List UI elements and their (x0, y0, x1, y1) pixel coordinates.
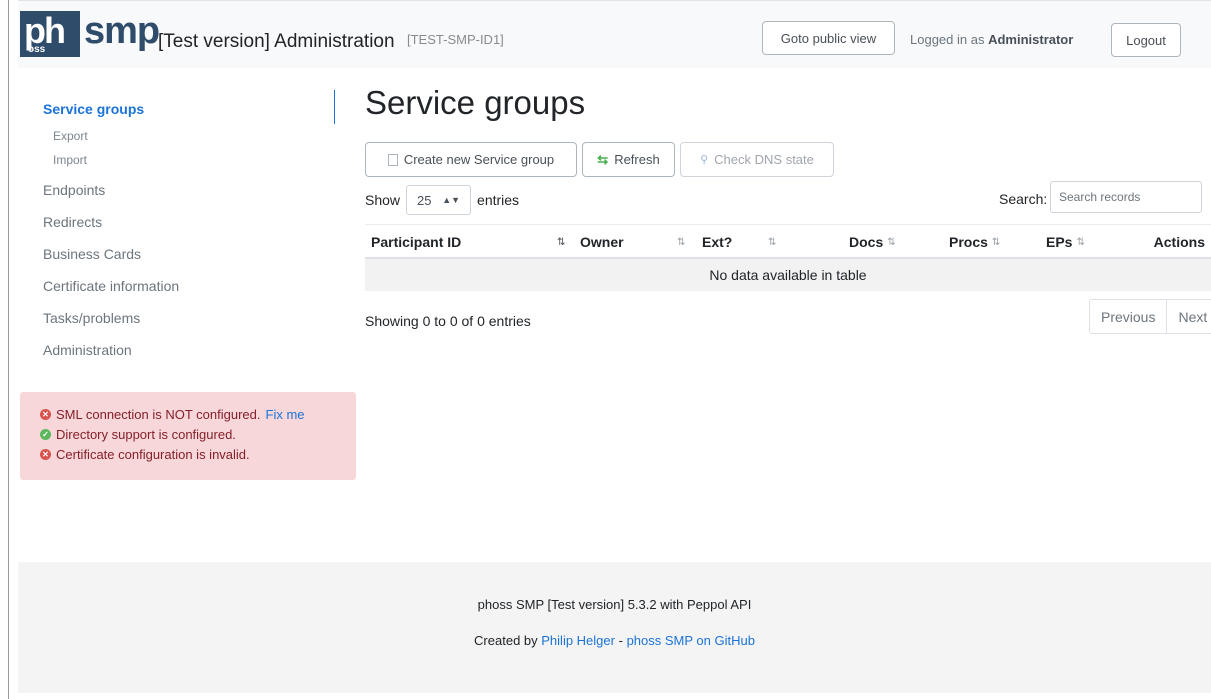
previous-page-button[interactable]: Previous (1090, 300, 1166, 333)
window-edge (8, 0, 9, 699)
directory-status-text: Directory support is configured. (56, 426, 236, 442)
created-by-label: Created by (474, 633, 538, 648)
sidebar-menu: Service groups Export Import Endpoints R… (18, 68, 358, 380)
column-header-participant-id[interactable]: Participant ID ⇅ (371, 234, 565, 250)
refresh-label: Refresh (614, 152, 660, 167)
next-page-button[interactable]: Next (1166, 300, 1211, 333)
sidebar-item-administration[interactable]: Administration (43, 342, 132, 358)
footer-credit: Created by Philip Helger - phoss SMP on … (18, 633, 1211, 648)
create-service-group-label: Create new Service group (403, 152, 555, 167)
toolbar: Create new Service group ⇆ Refresh ⚲ Che… (365, 142, 834, 177)
new-document-icon (387, 153, 398, 166)
sml-status-text: SML connection is NOT configured. (56, 406, 261, 422)
refresh-icon: ⇆ (597, 151, 609, 167)
sort-icon: ⇅ (768, 236, 777, 248)
column-header-eps[interactable]: EPs ⇅ (1046, 234, 1085, 250)
column-header-actions: Actions (1154, 234, 1205, 250)
logo-mark: ph oss (20, 11, 80, 57)
author-link[interactable]: Philip Helger (541, 633, 615, 648)
success-icon: ✓ (40, 428, 51, 440)
error-icon: ✕ (40, 448, 51, 460)
sort-icon: ⇅ (677, 236, 686, 248)
column-header-procs[interactable]: Procs ⇅ (949, 234, 1000, 250)
sidebar-item-export[interactable]: Export (53, 129, 88, 143)
column-header-docs[interactable]: Docs ⇅ (849, 234, 896, 250)
logout-button[interactable]: Logout (1111, 23, 1181, 57)
fix-me-link[interactable]: Fix me (266, 407, 305, 422)
column-header-ext[interactable]: Ext? ⇅ (702, 234, 776, 250)
sidebar-item-endpoints[interactable]: Endpoints (43, 182, 105, 198)
goto-public-view-button[interactable]: Goto public view (762, 21, 895, 55)
sidebar-item-business-cards[interactable]: Business Cards (43, 246, 141, 262)
search-input[interactable] (1050, 181, 1202, 213)
directory-status-line: ✓ Directory support is configured. (40, 424, 356, 444)
entries-label: entries (477, 192, 520, 208)
column-label: Docs (849, 234, 884, 250)
main-content: Service groups Create new Service group … (365, 68, 1211, 358)
column-label: Procs (949, 234, 988, 250)
app-title: [Test version] Administration (158, 31, 395, 52)
active-item-indicator (334, 90, 335, 124)
logged-in-prefix: Logged in as (910, 32, 985, 47)
sort-icon: ⇅ (887, 236, 896, 248)
refresh-button[interactable]: ⇆ Refresh (582, 142, 675, 177)
empty-table-row: No data available in table (365, 259, 1211, 291)
github-link[interactable]: phoss SMP on GitHub (627, 633, 755, 648)
column-label: Actions (1153, 234, 1205, 250)
error-icon: ✕ (40, 408, 51, 420)
entries-per-page-select[interactable]: 25 ▲▼ (406, 185, 472, 215)
column-label: Ext? (702, 234, 733, 250)
footer-version: phoss SMP [Test version] 5.3.2 with Pepp… (477, 597, 752, 612)
configuration-status-alert: ✕ SML connection is NOT configured. Fix … (20, 392, 356, 480)
page-length-control: Show 25 ▲▼ entries (365, 185, 519, 215)
footer: phoss SMP [Test version] 5.3.2 with Pepp… (18, 562, 1211, 693)
sidebar-item-import[interactable]: Import (53, 153, 87, 167)
instance-id-badge: [TEST-SMP-ID1] (407, 32, 504, 47)
search-label: Search: (999, 191, 1048, 207)
logo-smp-text: smp (84, 10, 160, 52)
column-label: Participant ID (371, 234, 462, 250)
pagination: Previous Next (1089, 299, 1211, 334)
logged-in-status: Logged in as Administrator (910, 32, 1073, 47)
sidebar-item-certificate-information[interactable]: Certificate information (43, 278, 179, 294)
sidebar-item-service-groups[interactable]: Service groups (43, 101, 144, 117)
table-info: Showing 0 to 0 of 0 entries (365, 313, 531, 329)
column-header-owner[interactable]: Owner ⇅ (580, 234, 685, 250)
sidebar-item-redirects[interactable]: Redirects (43, 214, 102, 230)
logged-in-user: Administrator (988, 32, 1074, 47)
page-title: Service groups (365, 84, 586, 121)
phoss-smp-logo[interactable]: ph oss smp (20, 10, 160, 59)
column-label: Owner (580, 234, 624, 250)
sidebar-item-tasks-problems[interactable]: Tasks/problems (43, 310, 140, 326)
check-dns-state-button[interactable]: ⚲ Check DNS state (680, 142, 834, 177)
logo-oss-text: oss (28, 44, 46, 55)
sml-status-line: ✕ SML connection is NOT configured. Fix … (40, 404, 356, 424)
footer-separator: - (618, 633, 623, 648)
sort-icon: ⇅ (991, 236, 1001, 248)
app-frame: ph oss smp [Test version] Administration… (18, 0, 1211, 699)
sort-icon: ⇅ (1076, 236, 1085, 248)
magnifier-icon: ⚲ (700, 154, 709, 166)
show-label: Show (365, 192, 401, 208)
certificate-status-text: Certificate configuration is invalid. (56, 446, 250, 462)
create-service-group-button[interactable]: Create new Service group (365, 142, 577, 177)
top-navbar: ph oss smp [Test version] Administration… (18, 0, 1211, 68)
select-updown-icon: ▲▼ (442, 195, 461, 205)
certificate-status-line: ✕ Certificate configuration is invalid. (40, 444, 356, 464)
table-header: Participant ID ⇅ Owner ⇅ Ext? ⇅ Docs ⇅ P… (365, 224, 1211, 259)
sort-icon: ⇅ (557, 236, 566, 248)
column-label: EPs (1046, 234, 1073, 250)
entries-value: 25 (417, 192, 432, 208)
service-groups-table: Participant ID ⇅ Owner ⇅ Ext? ⇅ Docs ⇅ P… (365, 224, 1211, 291)
check-dns-label: Check DNS state (714, 152, 814, 167)
